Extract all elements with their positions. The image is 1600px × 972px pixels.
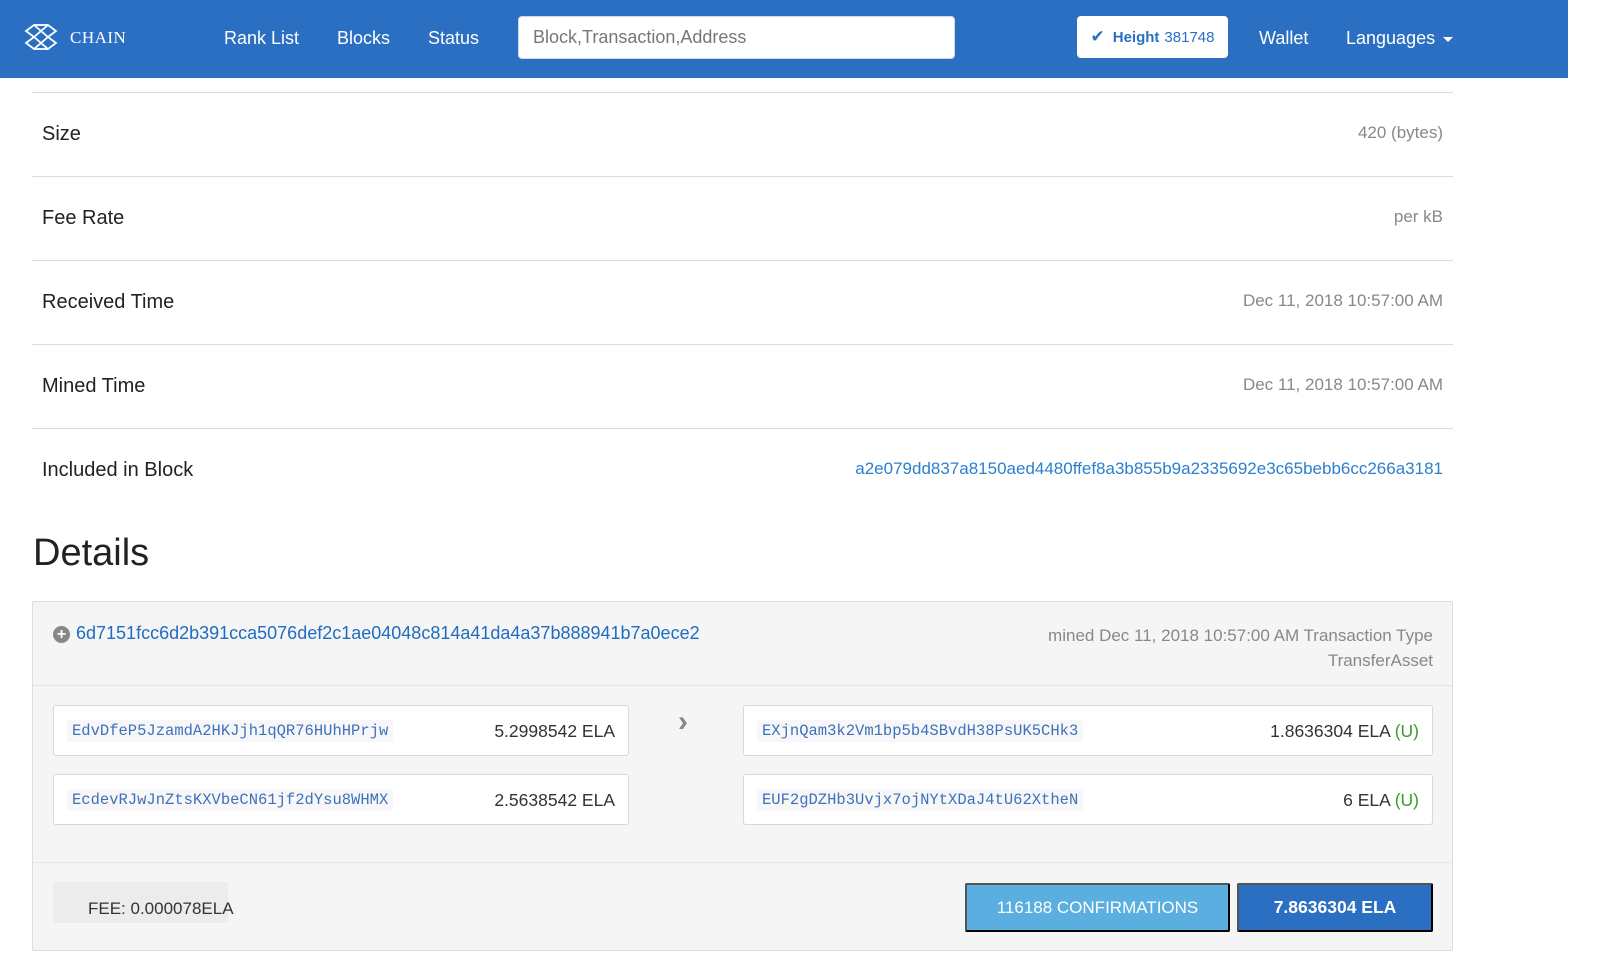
total-amount-button[interactable]: 7.8636304 ELA: [1237, 883, 1433, 932]
output-address-link[interactable]: EUF2gDZHb3Uvjx7ojNYtXDaJ4tU62XtheN: [757, 789, 1084, 811]
included-in-block-label: Included in Block: [42, 459, 194, 481]
nav-rank-list[interactable]: Rank List: [224, 26, 299, 50]
received-time-value: Dec 11, 2018 10:57:00 AM: [1242, 291, 1443, 310]
fee-rate-value: per kB: [1393, 207, 1443, 226]
confirmations-button[interactable]: 116188 CONFIRMATIONS: [965, 883, 1230, 932]
details-heading: Details: [33, 532, 150, 574]
caret-down-icon: [1443, 36, 1454, 42]
languages-dropdown[interactable]: Languages: [1346, 26, 1454, 50]
unspent-flag: (U): [1394, 721, 1419, 741]
output-address-link[interactable]: EXjnQam3k2Vm1bp5b4SBvdH38PsUK5CHk3: [757, 720, 1084, 742]
info-row-mined-time: Mined Time Dec 11, 2018 10:57:00 AM: [32, 344, 1453, 428]
input-amount: 2.5638542 ELA: [494, 790, 615, 810]
transaction-info-table: Size 420 (bytes) Fee Rate per kB Receive…: [32, 92, 1453, 512]
info-row-block: Included in Block a2e079dd837a8150aed448…: [32, 428, 1453, 512]
mined-time-label: Mined Time: [42, 375, 146, 397]
block-hash-link[interactable]: a2e079dd837a8150aed4480ffef8a3b855b9a233…: [855, 459, 1443, 479]
size-value: 420 (bytes): [1357, 123, 1443, 142]
fee-rate-label: Fee Rate: [42, 207, 125, 229]
unspent-flag: (U): [1394, 790, 1419, 810]
check-icon: ✔: [1090, 27, 1105, 46]
output-amount-group: 1.8636304 ELA (U): [1270, 721, 1419, 742]
nav-wallet[interactable]: Wallet: [1259, 26, 1308, 50]
brand-logo[interactable]: CHAIN: [22, 18, 126, 58]
height-value: 381748: [1164, 28, 1215, 46]
height-button[interactable]: ✔ Height 381748: [1077, 16, 1228, 58]
info-row-received-time: Received Time Dec 11, 2018 10:57:00 AM: [32, 260, 1453, 344]
output-row: EXjnQam3k2Vm1bp5b4SBvdH38PsUK5CHk3 1.863…: [743, 705, 1433, 756]
info-row-fee-rate: Fee Rate per kB: [32, 176, 1453, 260]
output-amount: 6 ELA: [1343, 790, 1390, 810]
received-time-label: Received Time: [42, 291, 175, 313]
output-amount-group: 6 ELA (U): [1343, 790, 1419, 811]
chevron-right-icon: ›: [678, 705, 688, 738]
input-address-link[interactable]: EcdevRJwJnZtsKXVbeCN61jf2dYsu8WHMX: [67, 789, 394, 811]
plus-circle-icon[interactable]: +: [53, 626, 70, 643]
input-row: EdvDfeP5JzamdA2HKJjh1qQR76HUhHPrjw 5.299…: [53, 705, 629, 756]
height-label: Height: [1112, 28, 1160, 46]
brand-name: CHAIN: [70, 28, 127, 47]
search-input[interactable]: [518, 16, 955, 59]
top-navbar: CHAIN Rank List Blocks Status ✔ Height 3…: [0, 0, 1568, 78]
transaction-header: + 6d7151fcc6d2b391cca5076def2c1ae04048c8…: [33, 602, 1452, 686]
chain-logo-icon: [24, 23, 58, 51]
nav-blocks[interactable]: Blocks: [337, 26, 390, 50]
transaction-panel: + 6d7151fcc6d2b391cca5076def2c1ae04048c8…: [32, 601, 1453, 951]
transaction-footer: FEE: 0.000078ELA 116188 CONFIRMATIONS 7.…: [33, 862, 1452, 950]
mined-time-value: Dec 11, 2018 10:57:00 AM: [1242, 375, 1443, 394]
transaction-id-link[interactable]: 6d7151fcc6d2b391cca5076def2c1ae04048c814…: [76, 623, 700, 644]
fee-text: FEE: 0.000078ELA: [88, 899, 234, 918]
nav-status[interactable]: Status: [428, 26, 479, 50]
output-amount: 1.8636304 ELA: [1270, 721, 1390, 741]
input-address-link[interactable]: EdvDfeP5JzamdA2HKJjh1qQR76HUhHPrjw: [67, 720, 394, 742]
output-row: EUF2gDZHb3Uvjx7ojNYtXDaJ4tU62XtheN 6 ELA…: [743, 774, 1433, 825]
input-row: EcdevRJwJnZtsKXVbeCN61jf2dYsu8WHMX 2.563…: [53, 774, 629, 825]
transaction-meta: mined Dec 11, 2018 10:57:00 AM Transacti…: [1048, 626, 1433, 670]
languages-label: Languages: [1346, 28, 1436, 48]
info-row-size: Size 420 (bytes): [32, 92, 1453, 176]
size-label: Size: [42, 123, 81, 145]
input-amount: 5.2998542 ELA: [494, 721, 615, 741]
